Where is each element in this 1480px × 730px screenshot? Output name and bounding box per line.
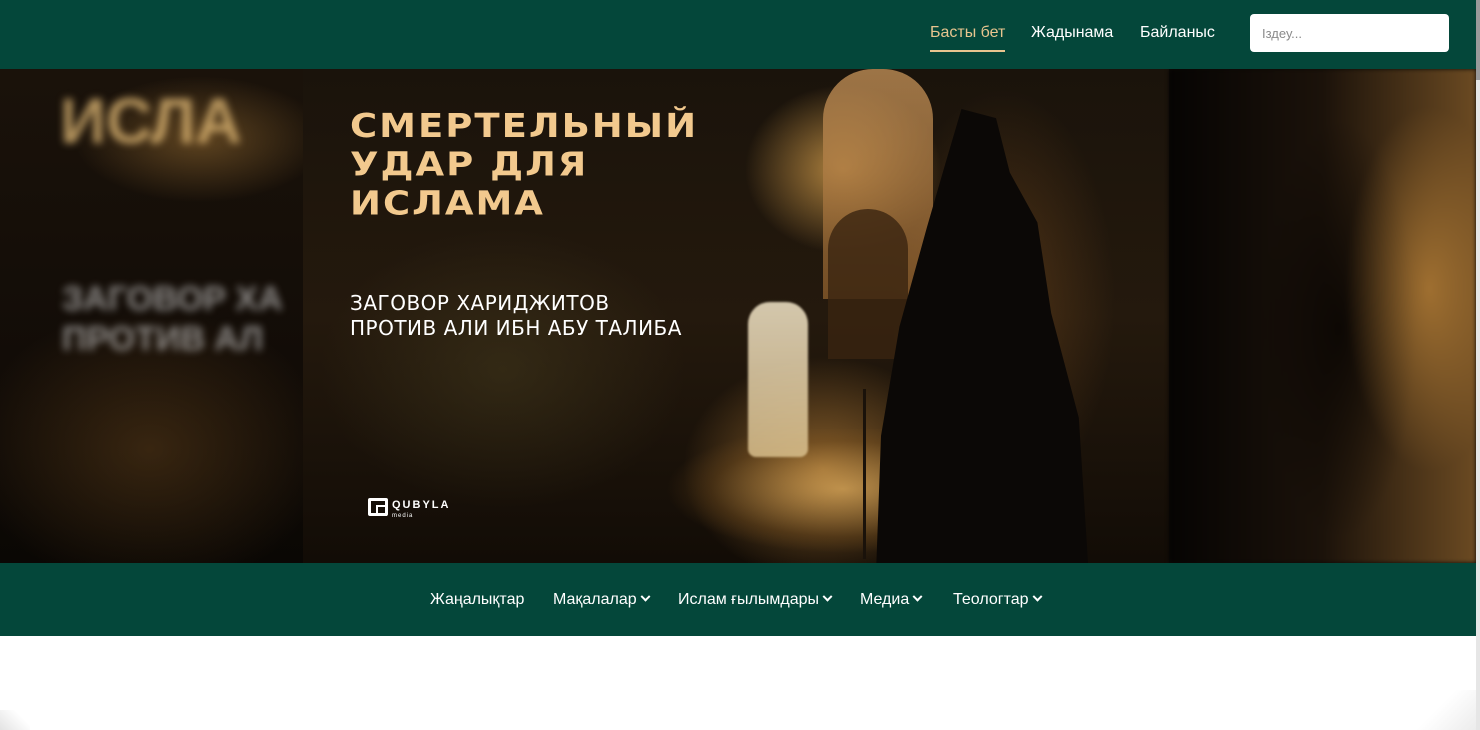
blur-subtitle: ЗАГОВОР ХА ПРОТИВ АЛ [62, 280, 283, 358]
blur-title: ИСЛА [60, 85, 242, 157]
cat-link-media[interactable]: Медиа [860, 590, 923, 610]
arch-shape [828, 209, 908, 359]
cat-label-media: Медиа [860, 591, 910, 608]
scrollbar[interactable] [1476, 0, 1480, 730]
logo-text: QUBYLA [392, 499, 451, 511]
search-input[interactable] [1250, 14, 1449, 52]
chevron-down-icon [912, 591, 923, 602]
chevron-down-icon [1032, 591, 1042, 602]
logo-sub: media [392, 513, 414, 519]
hero-banner[interactable]: ИСЛА ЗАГОВОР ХА ПРОТИВ АЛ СМЕРТЕЛЬНЫЙ УД… [0, 69, 1476, 563]
top-header: Басты бет Жадынама Байланыс [0, 0, 1476, 69]
cat-label-news: Жаңалықтар [430, 591, 525, 608]
cat-label-islamic-sciences: Ислам ғылымдары [678, 591, 819, 608]
cat-label-articles: Мақалалар [553, 591, 637, 608]
hero-blur-left: ИСЛА ЗАГОВОР ХА ПРОТИВ АЛ [0, 69, 303, 563]
cat-link-islamic-sciences[interactable]: Ислам ғылымдары [678, 590, 833, 610]
main-content [0, 636, 1476, 730]
cat-label-theologians: Теологтар [953, 591, 1029, 608]
hero-title: СМЕРТЕЛЬНЫЙ УДАР ДЛЯ ИСЛАМА [350, 107, 699, 223]
chevron-down-icon [822, 591, 833, 602]
logo-icon [368, 498, 388, 516]
decor-corner-right [1416, 690, 1476, 730]
scrollbar-thumb[interactable] [1476, 0, 1480, 80]
hero-blur-right [1169, 69, 1476, 563]
nav-link-contact[interactable]: Байланыс [1140, 22, 1215, 44]
chevron-down-icon [640, 591, 651, 602]
decor-corner-left [0, 710, 30, 730]
nav-link-home[interactable]: Басты бет [930, 22, 1006, 52]
cat-link-news[interactable]: Жаңалықтар [430, 590, 524, 610]
white-robed-figure [748, 302, 808, 457]
cat-link-articles[interactable]: Мақалалар [553, 590, 651, 610]
category-nav: Жаңалықтар Мақалалар Ислам ғылымдары Мед… [0, 563, 1476, 636]
staff-shape [863, 389, 866, 559]
qubyla-logo: QUBYLA media [368, 495, 450, 519]
cat-link-theologians[interactable]: Теологтар [953, 590, 1042, 610]
hero-image: СМЕРТЕЛЬНЫЙ УДАР ДЛЯ ИСЛАМА ЗАГОВОР ХАРИ… [303, 69, 1169, 563]
hero-subtitle: ЗАГОВОР ХАРИДЖИТОВ ПРОТИВ АЛИ ИБН АБУ ТА… [350, 291, 682, 340]
nav-link-memo[interactable]: Жадынама [1031, 22, 1113, 44]
